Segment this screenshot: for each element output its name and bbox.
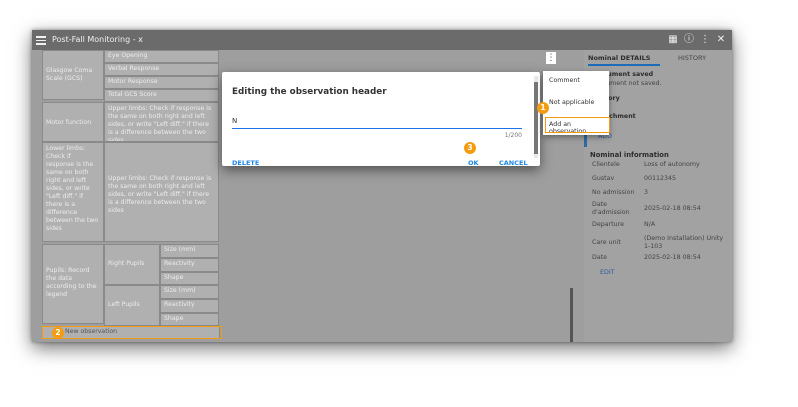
tab-history[interactable]: HISTORY (678, 54, 706, 62)
more-vert-icon[interactable]: ⋮ (698, 33, 712, 47)
cancel-button[interactable]: CANCEL (499, 159, 528, 167)
left-size[interactable]: Size (mm) (160, 285, 219, 299)
field-value: (Demo Installation) Unity 1-103 (644, 235, 724, 250)
gcs-row-total[interactable]: Total GCS Score (104, 89, 219, 102)
gcs-row-motor[interactable]: Motor Response (104, 76, 219, 89)
right-pupils-label: Right Pupils (104, 244, 160, 285)
calculator-icon[interactable]: ▦ (666, 33, 680, 47)
field-key: No admission (592, 189, 635, 196)
gcs-row-eye[interactable]: Eye Opening (104, 50, 219, 63)
highlight-add-observation (545, 117, 610, 133)
highlight-new-observation (42, 326, 222, 339)
field-key: Date (592, 254, 608, 261)
field-value: N/A (644, 221, 656, 228)
dialog-scrollbar[interactable] (534, 76, 538, 158)
scrollbar[interactable] (570, 288, 573, 342)
right-reactivity[interactable]: Reactivity (160, 258, 219, 272)
step-badge-2: 2 (52, 327, 64, 339)
tab-nominal-details[interactable]: Nominal DETAILS (588, 54, 650, 62)
field-value: 2025-02-18 08:54 (644, 205, 701, 212)
field-key: Gustav (592, 175, 615, 182)
motor-label: Motor function (42, 102, 104, 142)
field-key: Care unit (592, 239, 621, 246)
motor-text: Upper limbs: Check if response is the sa… (104, 102, 219, 142)
left-shape[interactable]: Shape (160, 313, 219, 326)
right-size[interactable]: Size (mm) (160, 244, 219, 258)
dialog-title: Editing the observation header (232, 87, 387, 97)
ok-button[interactable]: OK (468, 159, 479, 167)
left-reactivity[interactable]: Reactivity (160, 299, 219, 313)
nominal-info-title: Nominal information (590, 151, 669, 159)
more-options-icon[interactable]: ⋮ (546, 52, 556, 64)
observation-header-input[interactable] (232, 114, 522, 129)
field-key: Clientele (592, 161, 620, 168)
delete-button[interactable]: DELETE (232, 159, 259, 167)
nominal-info-table: Clientele Loss of autonomy Gustav 001123… (588, 159, 728, 305)
menu-item-not-applicable[interactable]: Not applicable (549, 99, 594, 106)
field-value: 00112345 (644, 175, 677, 182)
gcs-label: Glasgow Coma Scale (GCS) (42, 50, 104, 100)
field-value: 3 (644, 189, 649, 196)
edit-observation-dialog: Editing the observation header 1/200 DEL… (222, 72, 540, 167)
character-counter: 1/200 (504, 132, 522, 139)
step-badge-3: 3 (464, 142, 476, 154)
close-icon[interactable]: ✕ (714, 33, 728, 47)
field-value: 2025-02-18 08:54 (644, 254, 701, 261)
lower-limbs-label: Lower limbs: Check if response is the sa… (42, 142, 104, 242)
info-icon[interactable]: ⓘ (682, 33, 696, 47)
right-shape[interactable]: Shape (160, 272, 219, 285)
field-key: Date d'admission (592, 201, 630, 216)
field-key: Departure (592, 221, 624, 228)
menu-item-comment[interactable]: Comment (549, 77, 580, 84)
lower-limbs-text: Upper limbs: Check if response is the sa… (104, 142, 219, 242)
left-pupils-label: Left Pupils (104, 285, 160, 326)
edit-button[interactable]: EDIT (600, 269, 615, 276)
active-tab-indicator (588, 64, 660, 66)
gcs-row-verbal[interactable]: Verbal Response (104, 63, 219, 76)
pupils-label: Pupils: Record the data according to the… (42, 244, 104, 324)
title-bar: Post-Fall Monitoring - x ▦ ⓘ ⋮ ✕ (32, 30, 732, 50)
window-title: Post-Fall Monitoring - x (52, 35, 143, 44)
step-badge-1: 1 (537, 102, 549, 114)
hamburger-menu-icon[interactable] (36, 34, 46, 45)
field-value: Loss of autonomy (644, 161, 700, 168)
